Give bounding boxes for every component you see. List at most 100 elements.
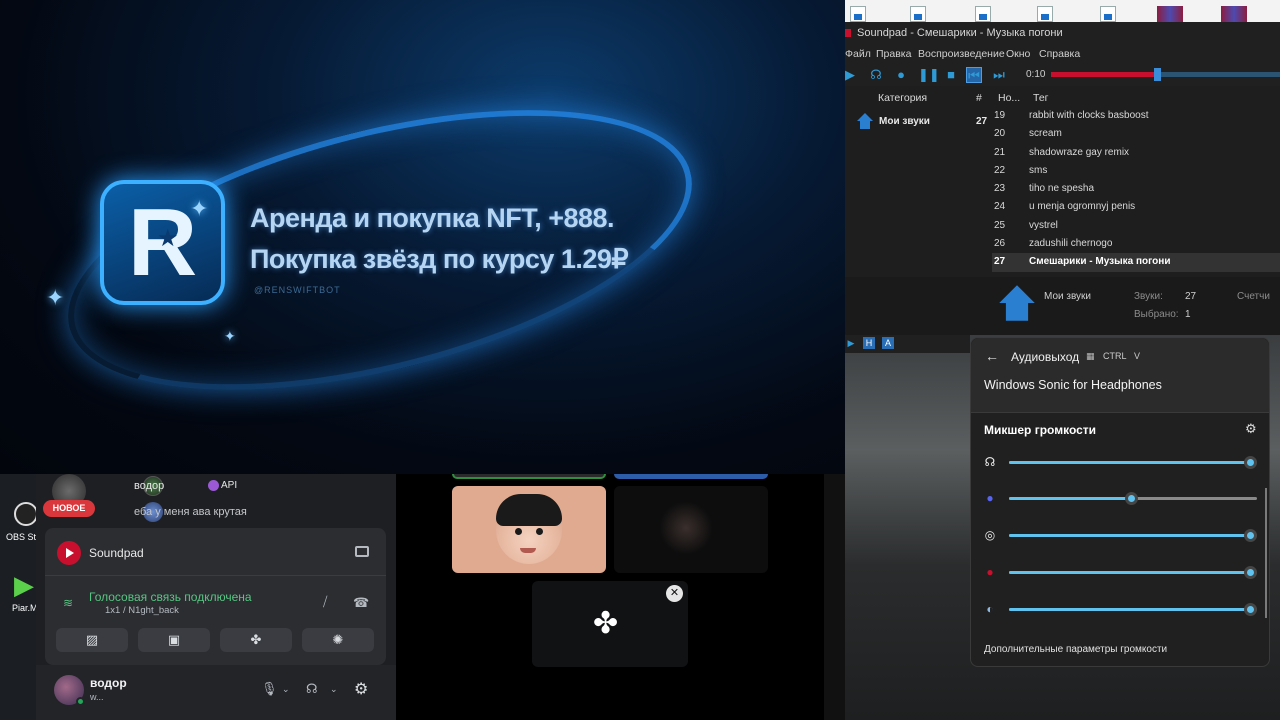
gear-icon[interactable]: ⚙ <box>1245 421 1257 437</box>
header-category[interactable]: Категория <box>878 92 927 104</box>
menu-edit[interactable]: Правка <box>876 48 911 60</box>
activities-icon: ✤ <box>593 607 619 640</box>
document-icon[interactable] <box>850 6 866 22</box>
close-icon[interactable]: ✕ <box>666 585 683 602</box>
menu-bar: Файл Правка Воспроизведение Окно Справка <box>845 44 1280 64</box>
flyout-title: Аудиовыход <box>1011 350 1080 364</box>
obs-icon[interactable] <box>14 502 38 526</box>
archive-icon[interactable] <box>1221 6 1247 22</box>
screen-share-icon[interactable] <box>355 546 369 557</box>
menu-window[interactable]: Окно <box>1006 48 1030 60</box>
back-arrow-icon[interactable]: ← <box>985 348 999 364</box>
list-item[interactable]: 23 tiho ne spesha <box>992 180 1280 198</box>
pause-icon[interactable]: ❚❚ <box>918 67 940 83</box>
window-title: Soundpad - Смешарики - Музыка погони <box>845 22 1280 44</box>
user-bar: водор w... 🎙 ⌄ ☊ ⌄ ⚙ <box>36 665 396 720</box>
soundboard-button[interactable]: ✺ <box>302 628 374 652</box>
previous-icon[interactable]: ⏮ <box>966 67 982 83</box>
activity-row[interactable]: Soundpad <box>45 528 386 576</box>
volume-fill <box>1009 497 1131 500</box>
footer-sounds-value: 27 <box>1185 291 1197 302</box>
header-hash[interactable]: # <box>976 92 982 104</box>
document-icon[interactable] <box>975 6 991 22</box>
headphones-icon[interactable]: ☊ <box>306 681 318 697</box>
noise-suppression-icon[interactable]: ⧸ <box>323 594 327 610</box>
desktop-icons-strip <box>845 0 1280 22</box>
volume-thumb[interactable] <box>1243 456 1257 469</box>
chevron-down-icon[interactable]: ⌄ <box>282 684 290 695</box>
chevron-down-icon[interactable]: ⌄ <box>330 684 338 695</box>
row-tag: shadowraze gay remix <box>1029 146 1130 158</box>
footer-left <box>845 277 992 335</box>
chat-message: еба у меня ава крутая <box>134 506 247 518</box>
gear-icon[interactable]: ⚙ <box>354 679 368 699</box>
category-item[interactable]: Мои звуки 27 <box>845 110 992 132</box>
list-item[interactable]: 22 sms <box>992 162 1280 180</box>
list-item[interactable]: 21 shadowraze gay remix <box>992 144 1280 162</box>
list-item[interactable]: 24 u menja ogromnyj penis <box>992 198 1280 216</box>
header-tag[interactable]: Тег <box>1033 92 1049 104</box>
play-icon[interactable]: ▶ <box>842 67 858 83</box>
microphone-icon[interactable]: 🎙 <box>261 681 278 697</box>
chat-author[interactable]: водор <box>134 480 164 492</box>
sparkle-icon: ✦ <box>224 328 236 344</box>
menu-file[interactable]: Файл <box>845 48 871 60</box>
volume-slider[interactable] <box>1009 566 1257 579</box>
volume-slider[interactable] <box>1009 492 1257 505</box>
next-icon[interactable]: ⏭ <box>991 67 1007 83</box>
shortcut-ctrl: CTRL <box>1103 351 1127 361</box>
video-tile[interactable] <box>614 474 768 479</box>
list-item[interactable]: 19 rabbit with clocks basboost <box>992 107 1280 125</box>
hotkey-a-button[interactable]: A <box>882 337 894 349</box>
volume-thumb[interactable] <box>1243 529 1257 542</box>
document-icon[interactable] <box>910 6 926 22</box>
video-tile-speaking[interactable] <box>452 474 606 479</box>
menu-help[interactable]: Справка <box>1039 48 1080 60</box>
volume-slider[interactable] <box>1009 456 1257 469</box>
microphone-icon[interactable]: ● <box>893 67 909 83</box>
play-icon[interactable]: ▶ <box>845 337 857 349</box>
scrollbar[interactable] <box>1265 488 1267 618</box>
volume-slider[interactable] <box>1009 529 1257 542</box>
document-icon[interactable] <box>1100 6 1116 22</box>
archive-icon[interactable] <box>1157 6 1183 22</box>
playback-progress[interactable] <box>1051 68 1280 81</box>
list-item[interactable]: 20 scream <box>992 125 1280 143</box>
document-icon[interactable] <box>1037 6 1053 22</box>
camera-off-button[interactable]: ▨ <box>56 628 128 652</box>
activities-button[interactable]: ✤ <box>220 628 292 652</box>
mixer-row-obs: ◎ <box>971 524 1269 548</box>
username[interactable]: водор <box>90 676 127 690</box>
volume-thumb[interactable] <box>1243 566 1257 579</box>
more-volume-settings-link[interactable]: Дополнительные параметры громкости <box>984 644 1167 655</box>
stop-icon[interactable]: ■ <box>943 67 959 83</box>
flyout-header: ← Аудиовыход ▦ CTRL V Windows Sonic for … <box>971 338 1269 413</box>
screen-share-button[interactable]: ▣ <box>138 628 210 652</box>
volume-slider[interactable] <box>1009 603 1257 616</box>
list-item[interactable]: 25 vystrel <box>992 217 1280 235</box>
progress-fill <box>1051 72 1155 77</box>
volume-thumb[interactable] <box>1124 492 1138 505</box>
progress-thumb[interactable] <box>1154 68 1162 81</box>
list-item-selected[interactable]: 27 Смешарики - Музыка погони <box>992 253 1280 272</box>
list-item[interactable]: 26 zadushili chernogo <box>992 235 1280 253</box>
hotkey-h-button[interactable]: H <box>863 337 875 349</box>
row-number: 22 <box>994 164 1006 176</box>
mixer-row-discord: ● <box>971 487 1269 511</box>
voice-status[interactable]: Голосовая связь подключена <box>89 590 252 604</box>
output-device[interactable]: Windows Sonic for Headphones <box>984 378 1162 392</box>
desktop-obs-label[interactable]: OBS St <box>6 532 36 542</box>
soundpad-app-icon <box>845 29 851 37</box>
desktop-piar-label[interactable]: Piar.M <box>12 603 38 613</box>
volume-thumb[interactable] <box>1243 603 1257 616</box>
play-app-icon[interactable]: ▶ <box>14 570 34 601</box>
headphones-icon[interactable]: ☊ <box>868 67 884 83</box>
header-number[interactable]: Но... <box>998 92 1020 104</box>
hangup-icon[interactable]: ☎ <box>353 595 369 611</box>
new-badge[interactable]: НОВОЕ <box>43 500 95 517</box>
voice-panel: Soundpad ≋ Голосовая связь подключена 1x… <box>45 528 386 665</box>
voice-channel[interactable]: 1x1 / N1ght_back <box>105 605 179 616</box>
home-icon <box>857 113 873 129</box>
menu-playback[interactable]: Воспроизведение <box>918 48 1005 60</box>
row-tag: sms <box>1029 164 1048 176</box>
